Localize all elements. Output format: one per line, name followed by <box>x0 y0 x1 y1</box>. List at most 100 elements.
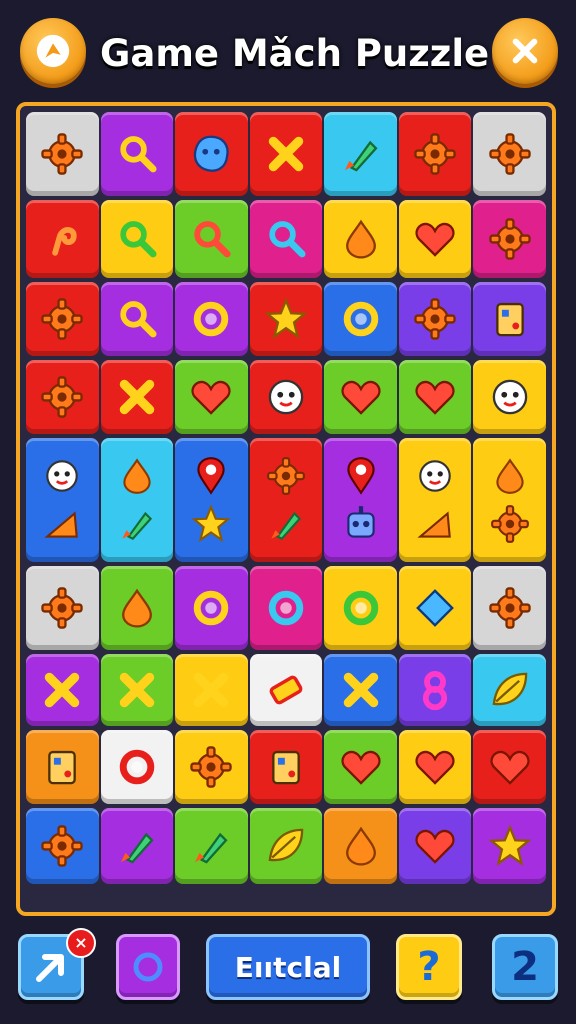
puzzle-tile[interactable] <box>398 112 472 196</box>
puzzle-tile[interactable] <box>26 200 99 278</box>
puzzle-tile[interactable] <box>26 566 99 650</box>
puzzle-tile[interactable] <box>249 112 323 196</box>
ring-icon <box>194 590 229 626</box>
board-row <box>26 360 547 434</box>
puzzle-tile[interactable] <box>175 438 248 562</box>
puzzle-tile[interactable] <box>324 200 397 278</box>
puzzle-tile[interactable] <box>473 200 547 278</box>
board-row <box>26 730 547 804</box>
puzzle-tile[interactable] <box>175 566 248 650</box>
puzzle-tile[interactable] <box>175 282 248 356</box>
cross-icon <box>343 672 378 708</box>
cross-icon <box>45 672 80 708</box>
heart-icon <box>341 380 381 415</box>
puzzle-tile[interactable] <box>100 360 174 434</box>
main-action-button[interactable]: Eııtclal <box>206 934 370 1000</box>
ring-booster-button[interactable] <box>116 934 180 1000</box>
puzzle-tile[interactable] <box>398 566 472 650</box>
puzzle-tile[interactable] <box>26 808 99 884</box>
puzzle-tile[interactable] <box>324 360 397 434</box>
puzzle-tile[interactable] <box>473 282 547 356</box>
puzzle-tile[interactable] <box>100 566 174 650</box>
puzzle-tile[interactable] <box>175 360 248 434</box>
gear-icon <box>41 133 83 175</box>
puzzle-tile[interactable] <box>249 654 323 726</box>
robot-icon <box>346 506 375 538</box>
eight-icon <box>423 671 448 711</box>
remove-badge[interactable]: × <box>66 928 96 958</box>
puzzle-tile[interactable] <box>26 438 99 562</box>
puzzle-tile[interactable] <box>249 438 323 562</box>
puzzle-tile[interactable] <box>473 360 547 434</box>
face-icon <box>492 379 527 415</box>
face-icon <box>268 379 304 415</box>
puzzle-tile[interactable] <box>473 730 547 804</box>
puzzle-tile[interactable] <box>473 566 547 650</box>
puzzle-tile[interactable] <box>100 654 174 726</box>
puzzle-tile[interactable] <box>398 654 472 726</box>
close-button[interactable] <box>492 18 558 84</box>
puzzle-tile[interactable] <box>175 730 248 804</box>
puzzle-tile[interactable] <box>175 654 248 726</box>
puzzle-tile[interactable] <box>249 200 323 278</box>
magnifier-icon <box>120 136 157 173</box>
heart-icon <box>415 380 455 415</box>
face-icon <box>419 460 451 492</box>
puzzle-tile[interactable] <box>175 112 248 196</box>
arrow-icon <box>36 954 64 982</box>
wedge-icon <box>417 511 452 538</box>
puzzle-tile[interactable] <box>26 360 99 434</box>
puzzle-tile[interactable] <box>398 360 472 434</box>
wedge-icon <box>44 511 79 538</box>
puzzle-tile[interactable] <box>324 654 397 726</box>
puzzle-tile[interactable] <box>398 438 472 562</box>
help-button[interactable]: ? <box>396 934 462 1000</box>
puzzle-tile[interactable] <box>100 730 174 804</box>
ring-icon <box>343 301 378 337</box>
puzzle-tile[interactable] <box>473 654 547 726</box>
puzzle-tile[interactable] <box>249 808 323 884</box>
rocket-icon <box>195 832 228 864</box>
puzzle-tile[interactable] <box>26 112 99 196</box>
puzzle-tile[interactable] <box>249 566 323 650</box>
puzzle-tile[interactable] <box>100 808 174 884</box>
box-icon <box>272 750 300 785</box>
puzzle-tile[interactable] <box>175 808 248 884</box>
puzzle-tile[interactable] <box>100 200 174 278</box>
puzzle-tile[interactable] <box>398 808 472 884</box>
puzzle-tile[interactable] <box>398 282 472 356</box>
puzzle-tile[interactable] <box>26 654 99 726</box>
puzzle-tile[interactable] <box>175 200 248 278</box>
leaf-icon <box>268 828 304 862</box>
cross-icon <box>268 136 304 172</box>
puzzle-tile[interactable] <box>398 730 472 804</box>
puzzle-tile[interactable] <box>324 730 397 804</box>
puzzle-tile[interactable] <box>324 808 397 884</box>
ring-icon <box>194 301 229 337</box>
puzzle-tile[interactable] <box>473 808 547 884</box>
bottom-toolbar: × Eııtclal ? 2 <box>0 928 576 1024</box>
chat-button[interactable] <box>20 18 86 84</box>
puzzle-tile[interactable] <box>100 282 174 356</box>
puzzle-tile[interactable] <box>473 438 547 562</box>
puzzle-tile[interactable] <box>324 282 397 356</box>
rocket-icon <box>120 832 154 864</box>
gear-icon <box>490 505 529 543</box>
puzzle-tile[interactable] <box>473 112 547 196</box>
page-title: Game Mǎch Puzzle <box>100 32 490 75</box>
puzzle-tile[interactable] <box>249 730 323 804</box>
puzzle-tile[interactable] <box>324 438 397 562</box>
puzzle-tile[interactable] <box>100 112 174 196</box>
box-icon <box>495 302 524 337</box>
puzzle-tile[interactable] <box>100 438 174 562</box>
board-row <box>26 112 547 196</box>
puzzle-tile[interactable] <box>26 282 99 356</box>
puzzle-tile[interactable] <box>324 112 397 196</box>
puzzle-tile[interactable] <box>249 282 323 356</box>
puzzle-tile[interactable] <box>324 566 397 650</box>
puzzle-tile[interactable] <box>249 360 323 434</box>
moves-counter-button[interactable]: 2 <box>492 934 558 1000</box>
puzzle-tile[interactable] <box>398 200 472 278</box>
ring-icon <box>343 590 378 626</box>
puzzle-tile[interactable] <box>26 730 99 804</box>
